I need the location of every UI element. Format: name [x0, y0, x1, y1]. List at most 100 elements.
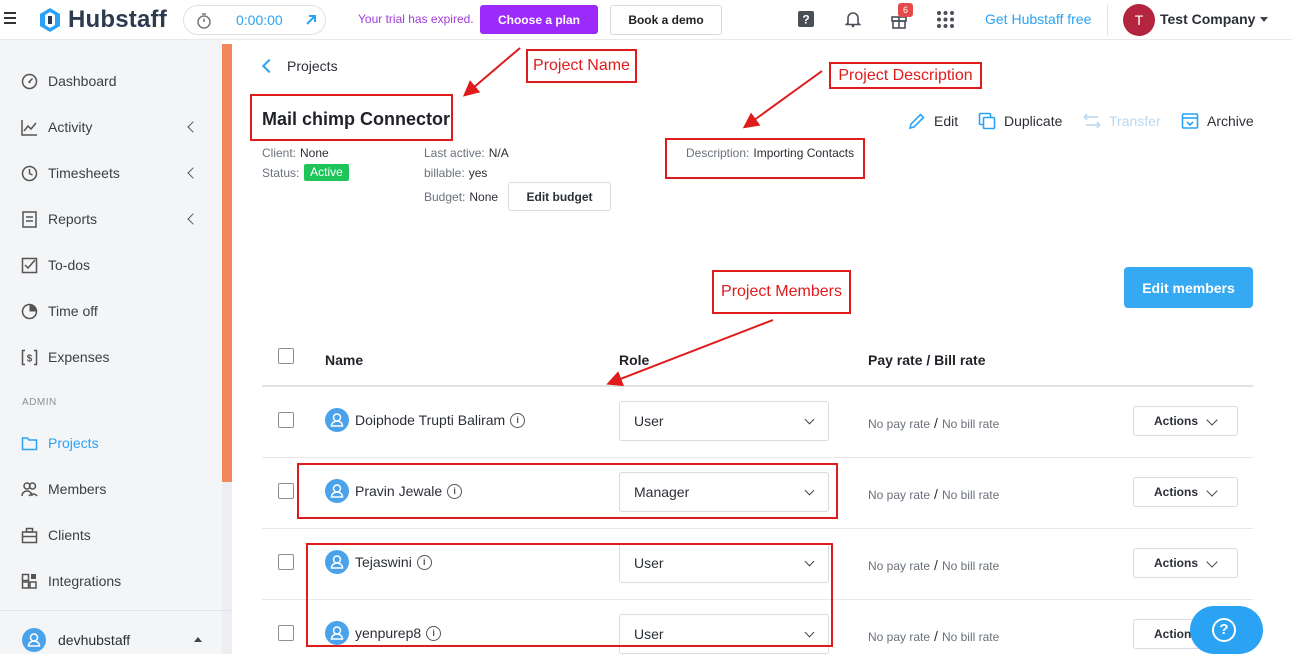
select-all-checkbox[interactable]: [278, 348, 294, 364]
sidebar-item-label: Reports: [48, 211, 98, 227]
client-field: Client: None: [262, 146, 329, 160]
annotation-box-description: [665, 138, 865, 179]
pay-rate: No pay rate: [868, 417, 931, 431]
sidebar-item-label: Integrations: [48, 573, 122, 589]
user-icon: [27, 633, 41, 647]
timer-widget[interactable]: 0:00:00: [183, 5, 326, 35]
annotation-arrow: [742, 70, 823, 129]
last-active-value: N/A: [488, 146, 509, 160]
column-header-name[interactable]: Name: [325, 352, 363, 368]
role-select[interactable]: User: [619, 401, 829, 441]
book-demo-button[interactable]: Book a demo: [610, 5, 722, 35]
user-avatar[interactable]: [22, 628, 46, 652]
svg-text:?: ?: [802, 13, 809, 27]
sidebar-item-activity[interactable]: Activity: [20, 115, 92, 139]
annotation-arrow: [462, 47, 521, 97]
dashboard-icon: [20, 72, 38, 90]
clock-icon: [20, 164, 38, 182]
sidebar-item-clients[interactable]: Clients: [20, 523, 91, 547]
edit-budget-button[interactable]: Edit budget: [508, 182, 611, 211]
activity-icon: [20, 118, 38, 136]
sidebar-item-timesheets[interactable]: Timesheets: [20, 161, 120, 185]
sidebar-item-projects[interactable]: Projects: [20, 431, 99, 455]
transfer-button[interactable]: Transfer: [1083, 112, 1161, 130]
caret-up-icon[interactable]: [194, 637, 202, 642]
hamburger-menu-icon[interactable]: [4, 12, 16, 26]
sidebar-item-reports[interactable]: Reports: [20, 207, 97, 231]
rate-text: No pay rate / No bill rate: [868, 486, 1000, 502]
sidebar-item-label: Time off: [48, 303, 98, 319]
sidebar-item-dashboard[interactable]: Dashboard: [20, 69, 117, 93]
company-name[interactable]: Test Company: [1160, 11, 1255, 27]
chevron-down-icon: [1206, 485, 1218, 497]
breadcrumb[interactable]: Projects: [287, 58, 338, 74]
divider: [0, 610, 232, 611]
choose-plan-button[interactable]: Choose a plan: [480, 5, 598, 34]
archive-icon: [1181, 113, 1199, 129]
annotation-label-project-description: Project Description: [829, 62, 982, 89]
bill-rate: No bill rate: [941, 488, 1000, 502]
sidebar-item-label: Projects: [48, 435, 99, 451]
row-checkbox[interactable]: [278, 554, 294, 570]
svg-text:$: $: [26, 353, 32, 364]
chevron-down-icon: [1206, 414, 1218, 426]
last-active-label: Last active:: [424, 146, 485, 160]
back-chevron-icon[interactable]: [261, 58, 277, 74]
budget-label: Budget:: [424, 190, 466, 204]
reports-icon: [20, 210, 38, 228]
sidebar-item-expenses[interactable]: $ Expenses: [20, 345, 109, 369]
trial-expired-text: Your trial has expired.: [358, 12, 474, 26]
role-value: User: [634, 413, 664, 429]
annotation-box-project-name: [250, 94, 453, 141]
actions-dropdown[interactable]: Actions: [1133, 406, 1238, 436]
client-label: Client:: [262, 146, 297, 160]
sidebar-item-label: Dashboard: [48, 73, 117, 89]
actions-label: Actions: [1154, 485, 1199, 499]
help-chat-button[interactable]: ?: [1190, 606, 1263, 654]
transfer-icon: [1083, 113, 1101, 129]
expand-arrow-icon[interactable]: [304, 13, 318, 27]
sidebar-item-members[interactable]: Members: [20, 477, 106, 501]
sidebar-scroll-accent[interactable]: [222, 44, 232, 482]
logo-text: Hubstaff: [68, 6, 167, 33]
archive-button[interactable]: Archive: [1181, 112, 1254, 130]
last-active-field: Last active: N/A: [424, 146, 509, 160]
members-icon: [20, 480, 38, 498]
actions-dropdown[interactable]: Actions: [1133, 477, 1238, 507]
sidebar-item-label: To-dos: [48, 257, 91, 273]
info-icon[interactable]: i: [510, 412, 526, 428]
bell-icon[interactable]: [844, 10, 862, 28]
edit-label: Edit: [934, 113, 959, 129]
row-checkbox[interactable]: [278, 412, 294, 428]
user-name[interactable]: devhubstaff: [58, 632, 130, 648]
column-header-rate: Pay rate / Bill rate: [868, 352, 986, 368]
client-value: None: [300, 146, 329, 160]
pencil-icon: [908, 113, 925, 130]
company-caret-icon[interactable]: [1260, 17, 1268, 22]
admin-section-label: ADMIN: [22, 397, 57, 408]
hubstaff-logo[interactable]: Hubstaff: [36, 6, 167, 34]
divider: [262, 528, 1253, 529]
sidebar-item-timeoff[interactable]: Time off: [20, 299, 98, 323]
integrations-icon: [20, 572, 38, 590]
rate-text: No pay rate / No bill rate: [868, 557, 1000, 573]
dollar-icon: $: [20, 348, 38, 366]
duplicate-label: Duplicate: [1004, 113, 1063, 129]
edit-button[interactable]: Edit: [908, 112, 958, 130]
sidebar-item-integrations[interactable]: Integrations: [20, 569, 121, 593]
apps-grid-icon[interactable]: [936, 10, 955, 29]
hubstaff-logo-icon: [40, 8, 60, 32]
sidebar-scroll-track: [222, 482, 232, 654]
duplicate-button[interactable]: Duplicate: [978, 112, 1062, 130]
edit-members-button[interactable]: Edit members: [1124, 267, 1253, 308]
clients-icon: [20, 526, 38, 544]
sidebar-item-todos[interactable]: To-dos: [20, 253, 90, 277]
row-checkbox[interactable]: [278, 483, 294, 499]
billable-value: yes: [468, 166, 488, 180]
get-hubstaff-free-link[interactable]: Get Hubstaff free: [985, 11, 1091, 27]
help-square-icon[interactable]: ?: [797, 10, 815, 28]
actions-dropdown[interactable]: Actions: [1133, 548, 1238, 578]
row-checkbox[interactable]: [278, 625, 294, 641]
pay-rate: No pay rate: [868, 630, 931, 644]
company-avatar[interactable]: T: [1123, 4, 1155, 36]
